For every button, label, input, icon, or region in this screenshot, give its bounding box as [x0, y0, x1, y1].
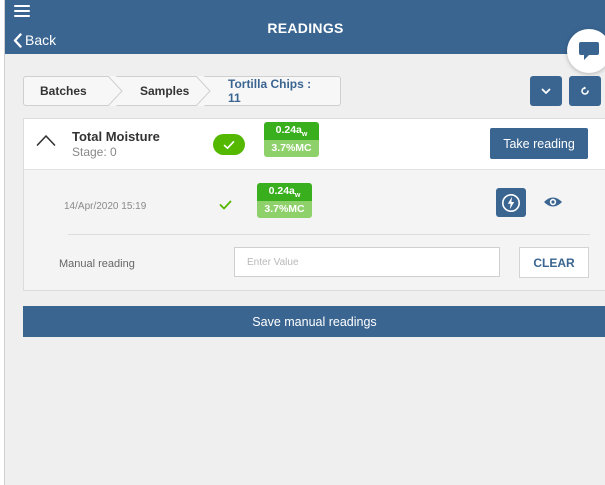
chat-button[interactable]	[567, 29, 605, 73]
test-card: Total Moisture Stage: 0 0.24aw 3.7%MC Ta…	[23, 118, 605, 291]
breadcrumb-item-batches[interactable]: Batches	[24, 76, 124, 106]
moisture-content-value: 3.7%MC	[257, 201, 312, 218]
app-frame: Back READINGS Batches Samples Tortilla C…	[4, 0, 605, 485]
water-activity-value: 0.24aw	[264, 122, 319, 140]
checkmark-icon	[219, 200, 232, 210]
breadcrumb-label: Tortilla Chips : 11	[228, 77, 312, 105]
hamburger-menu-icon[interactable]	[14, 5, 30, 17]
pass-badge	[213, 134, 245, 155]
breadcrumb-item-current-sample[interactable]: Tortilla Chips : 11	[204, 77, 340, 105]
breadcrumb-item-samples[interactable]: Samples	[116, 76, 212, 106]
breadcrumb-label: Samples	[140, 84, 190, 98]
reading-row: 14/Apr/2020 15:19 0.24aw 3.7%MC	[24, 171, 605, 233]
test-name: Total Moisture	[72, 129, 160, 144]
checkmark-icon	[223, 140, 235, 149]
take-reading-button[interactable]: Take reading	[490, 128, 588, 159]
dropdown-button[interactable]	[530, 76, 562, 106]
summary-reading-badge: 0.24aw 3.7%MC	[264, 122, 319, 157]
reading-badge: 0.24aw 3.7%MC	[257, 183, 312, 218]
test-stage: Stage: 0	[72, 145, 117, 159]
chevron-up-icon[interactable]	[36, 134, 56, 147]
moisture-content-value: 3.7%MC	[264, 140, 319, 157]
refresh-icon	[581, 86, 589, 95]
chat-bubble-icon	[579, 42, 599, 60]
save-manual-readings-button[interactable]: Save manual readings	[23, 306, 605, 337]
divider	[68, 234, 590, 235]
manual-reading-label: Manual reading	[59, 258, 135, 270]
test-header: Total Moisture Stage: 0 0.24aw 3.7%MC Ta…	[24, 119, 605, 170]
page-title: READINGS	[267, 20, 344, 36]
breadcrumb: Batches Samples Tortilla Chips : 11	[23, 76, 341, 106]
breadcrumb-separator-icon	[196, 76, 212, 106]
reading-timestamp: 14/Apr/2020 15:19	[64, 201, 147, 212]
manual-reading-input[interactable]	[234, 247, 500, 277]
clear-button[interactable]: CLEAR	[519, 247, 589, 278]
water-activity-value: 0.24aw	[257, 183, 312, 201]
chevron-down-icon	[541, 88, 551, 94]
breadcrumb-separator-icon	[108, 76, 124, 106]
lightning-bolt-icon	[502, 193, 520, 212]
breadcrumb-label: Batches	[40, 84, 87, 98]
refresh-button[interactable]	[569, 76, 601, 106]
app-header: Back READINGS	[5, 0, 605, 54]
eye-icon[interactable]	[543, 195, 563, 209]
instrument-button[interactable]	[496, 188, 526, 217]
